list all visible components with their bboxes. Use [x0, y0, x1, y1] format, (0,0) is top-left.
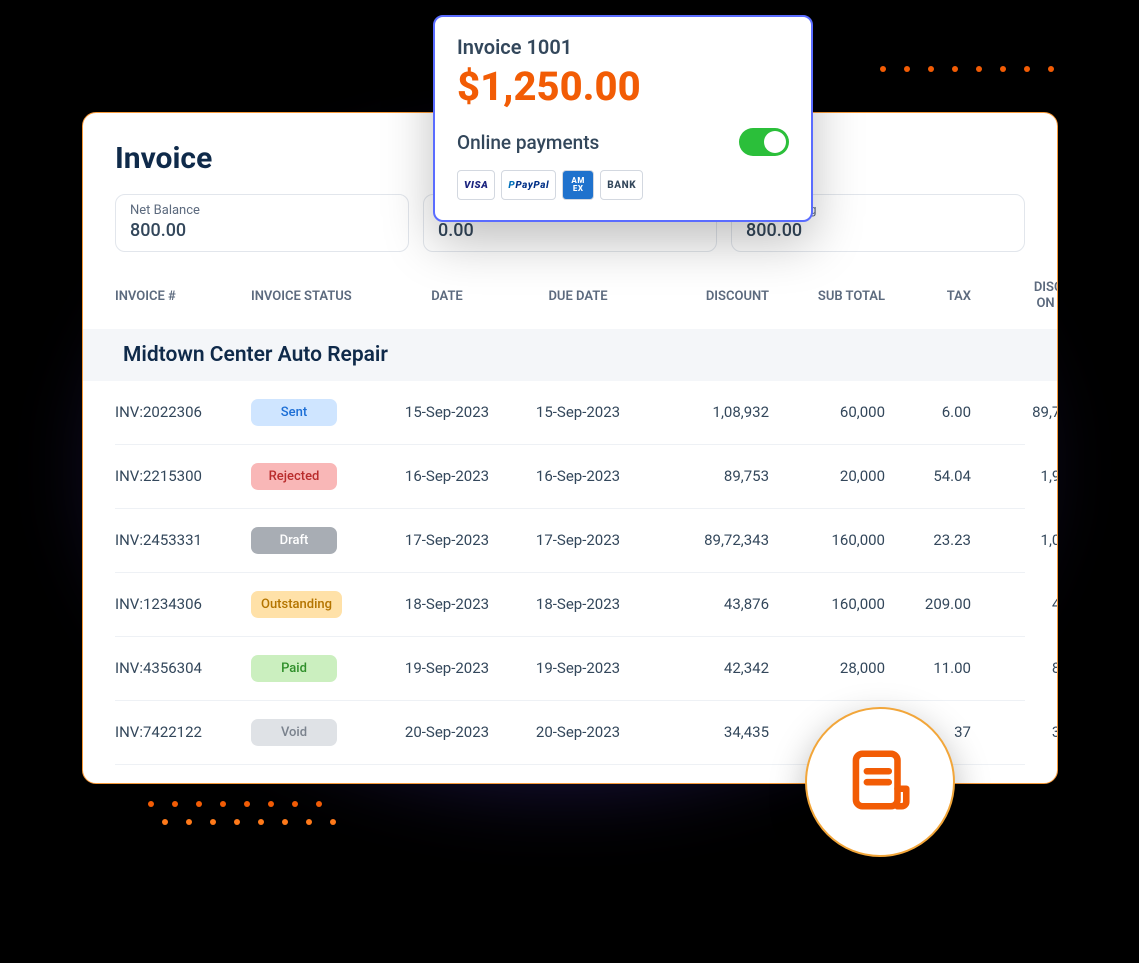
cell-due-date: 15-Sep-2023	[513, 403, 643, 421]
table-row[interactable]: INV:4356304 Paid 19-Sep-2023 19-Sep-2023 42,…	[115, 637, 1025, 701]
paypal-icon: PPayPal	[501, 170, 556, 200]
popover-amount: $1,250.00	[457, 63, 789, 110]
visa-card-icon: VISA	[457, 170, 495, 200]
table-row[interactable]: INV:2215300 Rejected 16-Sep-2023 16-Sep-202…	[115, 445, 1025, 509]
col-discount-on-total[interactable]: DISCOUNT ON TOTAL	[977, 280, 1058, 313]
cell-discount-on-total: 1,08,932	[977, 531, 1058, 549]
cell-discount-on-total: 89,72,343	[977, 403, 1058, 421]
cell-invoice-number: INV:7422122	[115, 723, 245, 741]
table-row[interactable]: INV:2453331 Draft 17-Sep-2023 17-Sep-2023 89…	[115, 509, 1025, 573]
status-badge: Rejected	[251, 463, 337, 490]
invoice-table: INVOICE # INVOICE STATUS DATE DUE DATE D…	[115, 280, 1025, 765]
invoice-popover: Invoice 1001 $1,250.00 Online payments V…	[433, 15, 813, 222]
payment-methods: VISA PPayPal AMEX BANK	[457, 170, 789, 200]
cell-sub-total: 28,000	[775, 659, 885, 677]
cell-discount: 89,753	[649, 467, 769, 485]
customer-group-header[interactable]: Midtown Center Auto Repair	[83, 329, 1057, 381]
status-badge: Outstanding	[251, 591, 342, 618]
summary-net-balance: Net Balance 800.00	[115, 194, 409, 252]
cell-status: Void	[251, 719, 381, 746]
cell-date: 20-Sep-2023	[387, 723, 507, 741]
cell-status: Sent	[251, 399, 381, 426]
cell-sub-total: 160,000	[775, 595, 885, 613]
cell-discount: 34,435	[649, 723, 769, 741]
col-date[interactable]: DATE	[387, 289, 507, 304]
cell-status: Draft	[251, 527, 381, 554]
status-badge: Sent	[251, 399, 337, 426]
cell-due-date: 20-Sep-2023	[513, 723, 643, 741]
col-invoice-number[interactable]: INVOICE #	[115, 289, 245, 304]
cell-status: Rejected	[251, 463, 381, 490]
cell-tax: 54.04	[891, 467, 971, 485]
cell-tax: 23.23	[891, 531, 971, 549]
status-badge: Paid	[251, 655, 337, 682]
invoice-doc-icon	[845, 745, 915, 819]
cell-date: 17-Sep-2023	[387, 531, 507, 549]
cell-discount-on-total: 43,876	[977, 595, 1058, 613]
cell-discount-on-total: 1,98,234	[977, 467, 1058, 485]
cell-due-date: 16-Sep-2023	[513, 467, 643, 485]
summary-value: 800.00	[130, 220, 394, 241]
cell-discount: 43,876	[649, 595, 769, 613]
cell-tax: 11.00	[891, 659, 971, 677]
amex-card-icon: AMEX	[562, 170, 594, 200]
cell-invoice-number: INV:1234306	[115, 595, 245, 613]
cell-discount-on-total: 34,435	[977, 723, 1058, 741]
table-row[interactable]: INV:2022306 Sent 15-Sep-2023 15-Sep-2023 1,0…	[115, 381, 1025, 445]
cell-discount: 89,72,343	[649, 531, 769, 549]
cell-discount-on-total: 89,753	[977, 659, 1058, 677]
table-header-row: INVOICE # INVOICE STATUS DATE DUE DATE D…	[115, 280, 1025, 329]
cell-sub-total: 20,000	[775, 467, 885, 485]
cell-date: 18-Sep-2023	[387, 595, 507, 613]
col-discount-on-total-line1: DISCOUNT	[1034, 280, 1058, 295]
cell-invoice-number: INV:2215300	[115, 467, 245, 485]
cell-discount: 42,342	[649, 659, 769, 677]
status-badge: Void	[251, 719, 337, 746]
invoice-fab[interactable]	[805, 707, 955, 857]
cell-invoice-number: INV:2453331	[115, 531, 245, 549]
cell-due-date: 18-Sep-2023	[513, 595, 643, 613]
status-badge: Draft	[251, 527, 337, 554]
cell-discount: 1,08,932	[649, 403, 769, 421]
cell-invoice-number: INV:2022306	[115, 403, 245, 421]
bank-icon: BANK	[600, 170, 643, 200]
online-payments-toggle[interactable]	[739, 128, 789, 156]
cell-sub-total: 160,000	[775, 531, 885, 549]
cell-status: Outstanding	[251, 591, 381, 618]
summary-value: 800.00	[746, 220, 1010, 241]
cell-invoice-number: INV:4356304	[115, 659, 245, 677]
summary-value: 0.00	[438, 220, 702, 241]
cell-due-date: 17-Sep-2023	[513, 531, 643, 549]
cell-date: 16-Sep-2023	[387, 467, 507, 485]
decorative-dots-top	[880, 66, 1054, 72]
col-due-date[interactable]: DUE DATE	[513, 289, 643, 304]
cell-sub-total: 60,000	[775, 403, 885, 421]
col-sub-total[interactable]: SUB TOTAL	[775, 289, 885, 304]
col-discount[interactable]: DISCOUNT	[649, 289, 769, 304]
popover-invoice-title: Invoice 1001	[457, 35, 789, 59]
summary-label: Net Balance	[130, 203, 394, 218]
col-invoice-status[interactable]: INVOICE STATUS	[251, 289, 381, 304]
online-payments-label: Online payments	[457, 131, 599, 154]
cell-date: 15-Sep-2023	[387, 403, 507, 421]
table-row[interactable]: INV:1234306 Outstanding 18-Sep-2023 18-Sep-…	[115, 573, 1025, 637]
cell-due-date: 19-Sep-2023	[513, 659, 643, 677]
cell-status: Paid	[251, 655, 381, 682]
col-discount-on-total-line2: ON TOTAL	[1036, 296, 1058, 311]
cell-tax: 209.00	[891, 595, 971, 613]
cell-date: 19-Sep-2023	[387, 659, 507, 677]
col-tax[interactable]: TAX	[891, 289, 971, 304]
cell-tax: 6.00	[891, 403, 971, 421]
